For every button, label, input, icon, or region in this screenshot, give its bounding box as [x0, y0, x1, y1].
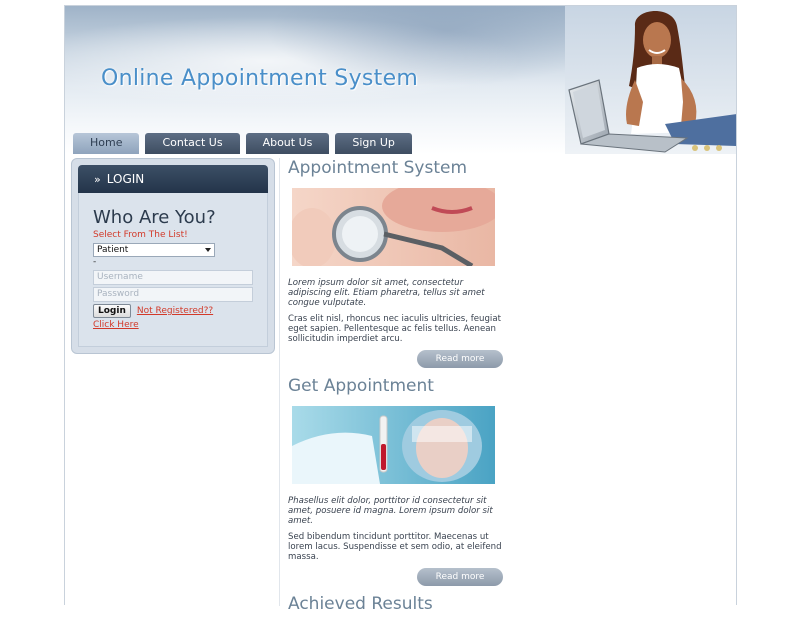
section-title: Get Appointment [288, 376, 434, 396]
section-achieved-results: Achieved Results [288, 594, 506, 618]
login-title: Who Are You? [93, 207, 216, 228]
section-body: Sed bibendum tincidunt porttitor. Maecen… [288, 532, 502, 562]
section-body: Cras elit nisl, rhoncus nec iaculis ultr… [288, 314, 501, 344]
password-input[interactable]: Password [93, 287, 253, 302]
login-header: » LOGIN [78, 165, 268, 193]
double-chevron-right-icon: » [94, 173, 101, 186]
main-content: Appointment System Lorem ipsum dolor sit… [288, 158, 506, 618]
read-more-button[interactable]: Read more [417, 350, 503, 368]
username-input[interactable]: Username [93, 270, 253, 285]
header-banner: Online Appointment System Home Contact U… [65, 6, 736, 154]
section-get-appointment: Get Appointment Phasellus elit dolor, po… [288, 376, 506, 586]
site-title: Online Appointment System [101, 66, 419, 91]
section-intro: Lorem ipsum dolor sit amet, consectetur … [288, 278, 485, 308]
select-hint: Select From The List! [93, 230, 188, 240]
column-divider [279, 158, 280, 606]
tab-home[interactable]: Home [73, 133, 140, 154]
login-panel: » LOGIN Who Are You? Select From The List… [71, 158, 275, 354]
section-title: Appointment System [288, 158, 468, 178]
not-registered-link[interactable]: Not Registered?? [137, 306, 213, 316]
role-select-value: Patient [97, 245, 129, 255]
page: Online Appointment System Home Contact U… [64, 5, 737, 614]
main-nav: Home Contact Us About Us Sign Up [73, 133, 412, 154]
section-intro: Phasellus elit dolor, porttitor id conse… [288, 496, 493, 526]
tab-about-us[interactable]: About Us [245, 133, 330, 154]
login-form: Who Are You? Select From The List! Patie… [78, 193, 268, 347]
login-header-label: LOGIN [106, 172, 145, 186]
stethoscope-photo [288, 180, 502, 269]
login-button[interactable]: Login [93, 304, 131, 318]
status-dot-text: - [93, 257, 97, 267]
click-here-link[interactable]: Click Here [93, 320, 253, 330]
role-select[interactable]: Patient [93, 243, 215, 257]
section-appointment-system: Appointment System Lorem ipsum dolor sit… [288, 158, 506, 368]
lab-scientist-photo [292, 406, 495, 484]
dropdown-arrow-icon [205, 248, 211, 252]
woman-laptop-photo [565, 6, 736, 154]
tab-contact-us[interactable]: Contact Us [145, 133, 240, 154]
tab-sign-up[interactable]: Sign Up [335, 133, 412, 154]
section-title: Achieved Results [288, 594, 433, 614]
read-more-button[interactable]: Read more [417, 568, 503, 586]
